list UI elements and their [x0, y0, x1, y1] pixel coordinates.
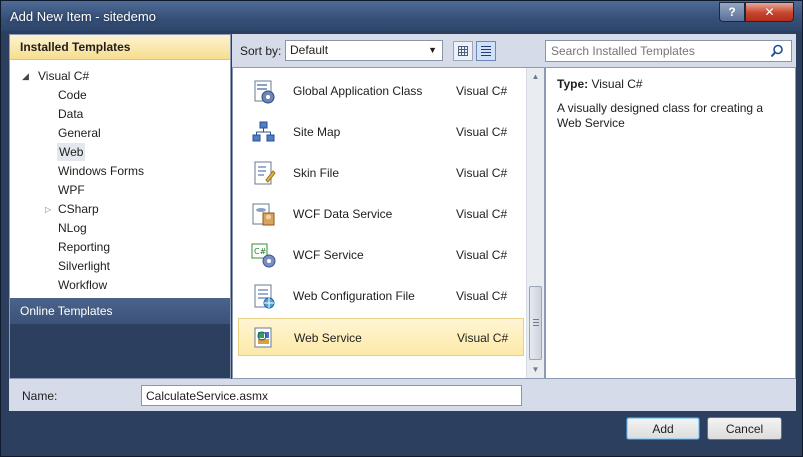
template-row-global-application-class[interactable]: Global Application Class Visual C#	[238, 72, 524, 110]
template-row-wcf-data-service[interactable]: WCF Data Service Visual C#	[238, 195, 524, 233]
name-bar: Name:	[9, 379, 796, 411]
tree-root-label: Visual C#	[38, 69, 90, 83]
chevron-down-icon: ▼	[428, 45, 437, 55]
template-description-text: A visually designed class for creating a…	[557, 101, 764, 130]
template-description-panel: Type: Visual C# A visually designed clas…	[545, 67, 796, 379]
tree-item-label: Data	[58, 107, 84, 121]
tree-item-label: Web	[57, 143, 86, 161]
tree-item-reporting[interactable]: Reporting	[10, 238, 230, 257]
svg-text:C#: C#	[254, 247, 267, 256]
tree-item-label: CSharp	[58, 202, 99, 216]
scroll-up-icon[interactable]: ▲	[527, 68, 544, 85]
expand-arrow-icon[interactable]: ▷	[45, 200, 51, 219]
tree-item-silverlight[interactable]: Silverlight	[10, 257, 230, 276]
type-label: Type:	[557, 77, 589, 91]
template-language: Visual C#	[456, 207, 508, 221]
template-language: Visual C#	[456, 166, 508, 180]
cancel-button[interactable]: Cancel	[707, 417, 782, 440]
list-view-button[interactable]	[476, 41, 496, 61]
template-language: Visual C#	[456, 289, 508, 303]
tree-item-nlog[interactable]: NLog	[10, 219, 230, 238]
template-name: Global Application Class	[293, 84, 423, 98]
template-name: WCF Service	[293, 248, 364, 262]
tree-item-general[interactable]: General	[10, 124, 230, 143]
template-list-scrollbar[interactable]: ▲ ▼	[526, 68, 544, 378]
template-name: Web Configuration File	[293, 289, 415, 303]
tree-root-visual-csharp[interactable]: ◢ Visual C#	[10, 67, 230, 86]
wcf-service-icon: C#	[251, 243, 276, 268]
template-row-wcf-service[interactable]: C# WCF Service Visual C#	[238, 236, 524, 274]
search-templates-input[interactable]	[545, 40, 792, 62]
sort-by-value: Default	[290, 43, 329, 57]
type-value: Visual C#	[591, 77, 643, 91]
web-configuration-file-icon	[254, 284, 275, 309]
template-row-skin-file[interactable]: Skin File Visual C#	[238, 154, 524, 192]
template-language: Visual C#	[456, 248, 508, 262]
tree-item-csharp[interactable]: ▷ CSharp	[10, 200, 230, 219]
help-button[interactable]: ?	[719, 2, 745, 22]
tree-item-label: Code	[58, 88, 87, 102]
template-language: Visual C#	[456, 125, 508, 139]
sort-by-label: Sort by:	[240, 44, 282, 58]
tree-item-wpf[interactable]: WPF	[10, 181, 230, 200]
name-label: Name:	[22, 389, 58, 403]
tree-item-label: Reporting	[58, 240, 111, 254]
sort-by-dropdown[interactable]: Default ▼	[285, 40, 443, 61]
tree-item-label: Workflow	[58, 278, 108, 292]
template-language: Visual C#	[456, 84, 508, 98]
tree-item-data[interactable]: Data	[10, 105, 230, 124]
item-name-input[interactable]	[141, 385, 522, 406]
tree-item-windows-forms[interactable]: Windows Forms	[10, 162, 230, 181]
tree-item-label: WPF	[58, 183, 85, 197]
template-name: Skin File	[293, 166, 340, 180]
left-panel-filler	[10, 324, 230, 378]
window-title: Add New Item - sitedemo	[10, 9, 156, 24]
search-toolbar	[545, 34, 796, 67]
template-name: WCF Data Service	[293, 207, 393, 221]
template-name: Site Map	[293, 125, 341, 139]
tree-item-label: Windows Forms	[58, 164, 145, 178]
sort-toolbar: Sort by: Default ▼	[232, 34, 545, 67]
close-icon: ✕	[764, 5, 775, 19]
tree-item-label: Silverlight	[58, 259, 111, 273]
skin-file-icon	[254, 161, 276, 185]
scroll-down-icon[interactable]: ▼	[527, 361, 544, 378]
grip-icon	[533, 319, 539, 326]
template-row-site-map[interactable]: Site Map Visual C#	[238, 113, 524, 151]
template-category-panel: Installed Templates ◢ Visual C# Code Data…	[9, 34, 231, 379]
template-name: Web Service	[294, 331, 362, 345]
grid-view-icon	[458, 46, 468, 56]
template-row-web-service[interactable]: Web Service Visual C#	[238, 318, 524, 356]
installed-templates-header[interactable]: Installed Templates	[10, 35, 230, 60]
tree-item-label: NLog	[58, 221, 87, 235]
tree-item-workflow[interactable]: Workflow	[10, 276, 230, 295]
tree-item-code[interactable]: Code	[10, 86, 230, 105]
tree-item-label: General	[58, 126, 101, 140]
add-button[interactable]: Add	[626, 417, 700, 440]
title-bar[interactable]: Add New Item - sitedemo ? ✕	[1, 1, 802, 31]
small-icons-view-button[interactable]	[453, 41, 473, 61]
site-map-icon	[252, 121, 275, 142]
template-list: Global Application Class Visual C# Site Ma…	[232, 67, 545, 379]
global-application-class-icon	[254, 80, 275, 104]
template-row-web-configuration-file[interactable]: Web Configuration File Visual C#	[238, 277, 524, 315]
add-new-item-dialog: Add New Item - sitedemo ? ✕ Installed Te…	[0, 0, 803, 457]
online-templates-header[interactable]: Online Templates	[10, 298, 230, 324]
close-button[interactable]: ✕	[745, 2, 794, 22]
wcf-data-service-icon	[252, 203, 275, 226]
collapse-arrow-icon[interactable]: ◢	[22, 67, 29, 86]
template-language: Visual C#	[457, 331, 509, 345]
help-icon: ?	[728, 5, 736, 19]
tree-item-web[interactable]: Web	[10, 143, 230, 162]
list-view-icon	[481, 46, 491, 56]
search-icon[interactable]	[770, 44, 784, 58]
web-service-icon	[254, 327, 272, 348]
scrollbar-thumb[interactable]	[529, 286, 542, 360]
template-tree: ◢ Visual C# Code Data General Web Windows Fo…	[10, 60, 230, 295]
